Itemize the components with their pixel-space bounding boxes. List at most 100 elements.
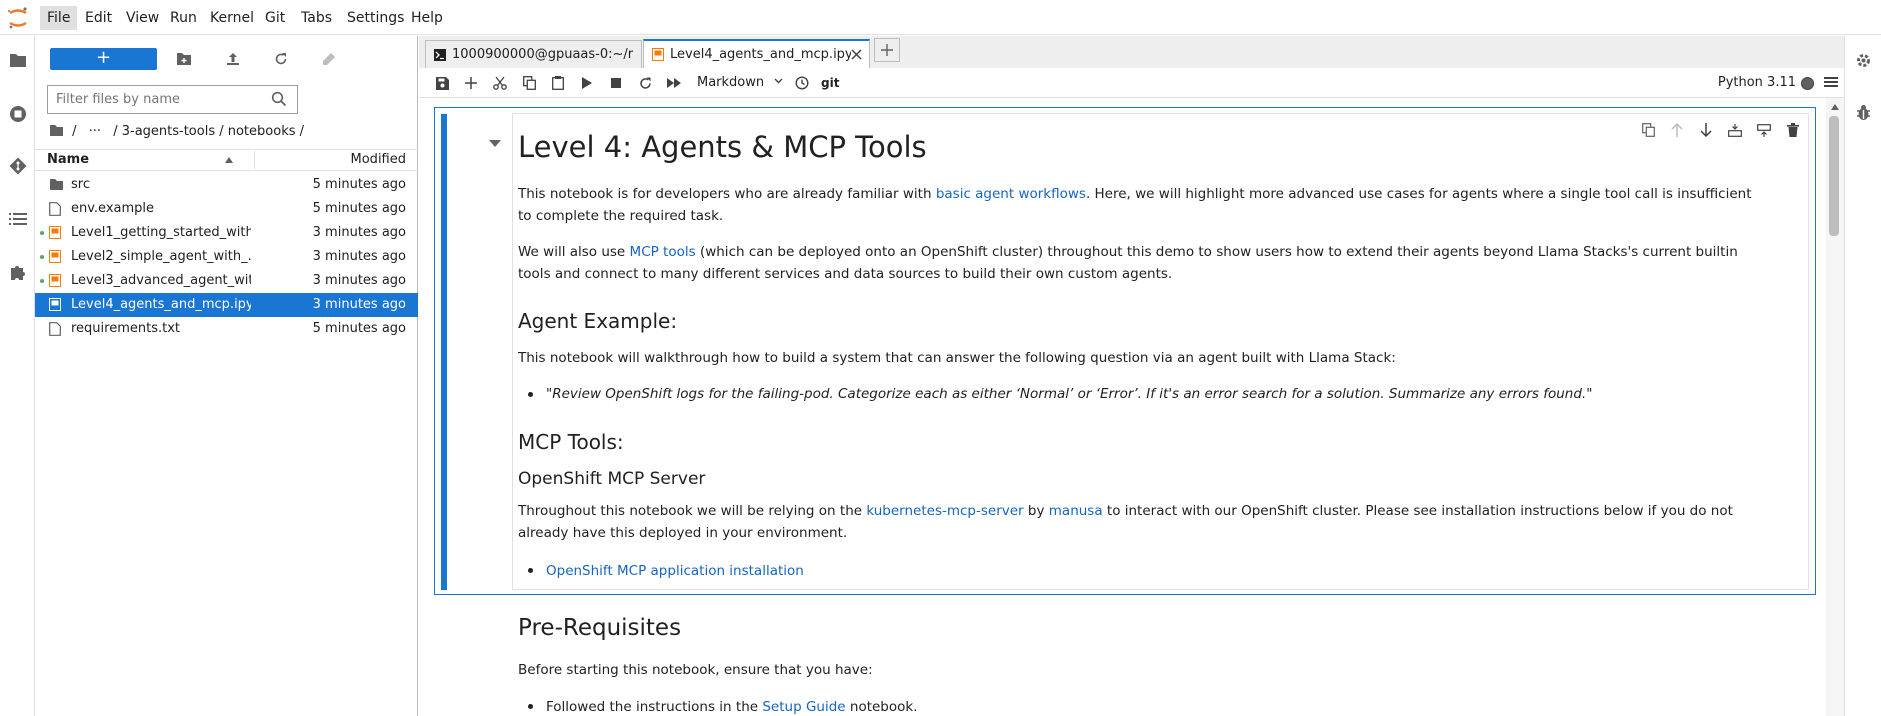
text: (which can be deployed onto an OpenShift… [518,244,1738,282]
scroll-up-arrow-icon[interactable] [1831,104,1839,110]
paste-icon[interactable] [545,72,571,94]
menu-run[interactable]: Run [163,6,204,30]
scrollbar-thumb[interactable] [1829,116,1839,236]
file-modified: 3 minutes ago [312,273,406,288]
add-tab-icon[interactable] [874,38,900,62]
file-row[interactable]: env.example 5 minutes ago [35,197,418,221]
menu-icon[interactable] [1824,75,1838,89]
text: We will also use [518,244,630,260]
heading-agent-example: Agent Example: [518,309,678,333]
notebook-toolbar: Markdown git Python 3.11 [419,68,1844,98]
tab-terminal[interactable]: 1000900000@gpuaas-0:~/r [425,40,642,68]
file-row[interactable]: src 5 minutes ago [35,173,418,197]
breadcrumb-path[interactable]: / 3-agents-tools / notebooks / [113,124,304,139]
column-name[interactable]: Name [47,150,89,170]
file-row[interactable]: Level4_agents_and_mcp.ipynb 3 minutes ago [35,293,418,317]
debugger-bug-icon[interactable] [1855,104,1872,121]
menu-tabs[interactable]: Tabs [294,6,339,30]
breadcrumb-ellipsis[interactable]: ··· [89,124,101,139]
cut-icon[interactable] [487,72,513,94]
collapse-heading-icon[interactable] [489,140,501,148]
setup-guide-link[interactable]: Setup Guide [762,699,845,715]
example-question: "Review OpenShift logs for the failing-p… [546,386,1593,402]
heading-openshift-mcp-server: OpenShift MCP Server [518,469,706,489]
save-icon[interactable] [429,72,455,94]
delete-cell-icon[interactable] [1783,120,1803,140]
heading-level-4: Level 4: Agents & MCP Tools [518,130,927,164]
menu-settings[interactable]: Settings [340,6,411,30]
file-modified: 5 minutes ago [312,201,406,216]
restart-kernel-icon[interactable] [632,72,658,94]
notebook-icon [49,250,61,263]
tab-bar: 1000900000@gpuaas-0:~/r Level4_agents_an… [419,36,1881,68]
file-row[interactable]: Level2_simple_agent_with_... 3 minutes ag… [35,245,418,269]
prereq-item: Followed the instructions in the Setup G… [546,696,918,716]
cell-type-dropdown[interactable]: Markdown [697,73,783,93]
table-of-contents-icon[interactable] [0,203,35,235]
git-diff-button[interactable]: git [821,73,839,93]
refresh-icon[interactable] [268,48,294,70]
property-inspector-gear-icon[interactable] [1855,52,1872,69]
manusa-link[interactable]: manusa [1049,503,1103,519]
breadcrumb-root[interactable]: / [72,124,76,139]
file-name: Level3_advanced_agent_wit... [71,273,251,288]
restart-run-all-icon[interactable] [661,72,687,94]
column-divider[interactable] [254,151,255,169]
file-row[interactable]: requirements.txt 5 minutes ago [35,317,418,341]
insert-cell-icon[interactable] [458,72,484,94]
upload-icon[interactable] [220,48,246,70]
file-row[interactable]: Level1_getting_started_with... 3 minutes … [35,221,418,245]
column-modified[interactable]: Modified [351,150,406,170]
running-kernels-icon[interactable] [0,98,35,130]
insert-below-icon[interactable] [1754,120,1774,140]
clock-icon[interactable] [789,72,815,94]
new-folder-icon[interactable] [171,48,197,70]
menu-view[interactable]: View [119,6,166,30]
menu-git[interactable]: Git [258,6,292,30]
folder-icon[interactable] [0,44,35,76]
notebook-icon [49,274,61,287]
cell-collapser[interactable] [441,114,447,590]
tab-level4-notebook[interactable]: Level4_agents_and_mcp.ipy [643,39,870,68]
git-icon[interactable] [0,150,35,182]
openshift-mcp-install-link[interactable]: OpenShift MCP application installation [546,560,804,582]
mcp-tools-link[interactable]: MCP tools [630,244,696,260]
file-icon [49,202,61,216]
duplicate-cell-icon[interactable] [1638,120,1658,140]
menu-file[interactable]: File [40,6,78,30]
stop-kernel-icon[interactable] [603,72,629,94]
extensions-icon[interactable] [0,256,35,288]
move-up-icon[interactable] [1667,120,1687,140]
breadcrumb-home-folder-icon[interactable] [49,124,64,137]
file-name: Level2_simple_agent_with_... [71,249,251,264]
menu-help[interactable]: Help [404,6,450,30]
menu-kernel[interactable]: Kernel [203,6,261,30]
right-activity-bar [1844,36,1881,716]
file-browser-panel: + Filter files by name / ··· / 3-agents-… [35,36,418,716]
terminal-icon [434,49,446,61]
bullet [528,704,533,709]
close-tab-icon[interactable] [851,49,862,60]
search-icon [271,91,287,107]
new-launcher-button[interactable]: + [50,48,157,70]
menu-edit[interactable]: Edit [78,6,119,30]
file-name: requirements.txt [71,321,181,336]
filter-files-input[interactable]: Filter files by name [47,85,298,114]
file-row[interactable]: Level3_advanced_agent_wit... 3 minutes ag… [35,269,418,293]
sort-ascending-icon[interactable] [225,157,233,163]
file-modified: 5 minutes ago [312,177,406,192]
openshift-paragraph: Throughout this notebook we will be rely… [518,500,1768,544]
move-down-icon[interactable] [1696,120,1716,140]
intro-paragraph: This notebook is for developers who are … [518,183,1768,227]
copy-icon[interactable] [516,72,542,94]
insert-above-icon[interactable] [1725,120,1745,140]
basic-agent-workflows-link[interactable]: basic agent workflows [936,186,1086,202]
file-modified: 3 minutes ago [312,249,406,264]
file-name: src [71,177,90,192]
kernel-name[interactable]: Python 3.11 [1718,73,1796,93]
kubernetes-mcp-server-link[interactable]: kubernetes-mcp-server [866,503,1023,519]
run-cell-icon[interactable] [574,72,600,94]
file-name: env.example [71,201,155,216]
clean-brush-icon[interactable] [316,48,342,70]
text: Followed the instructions in the [546,699,763,715]
